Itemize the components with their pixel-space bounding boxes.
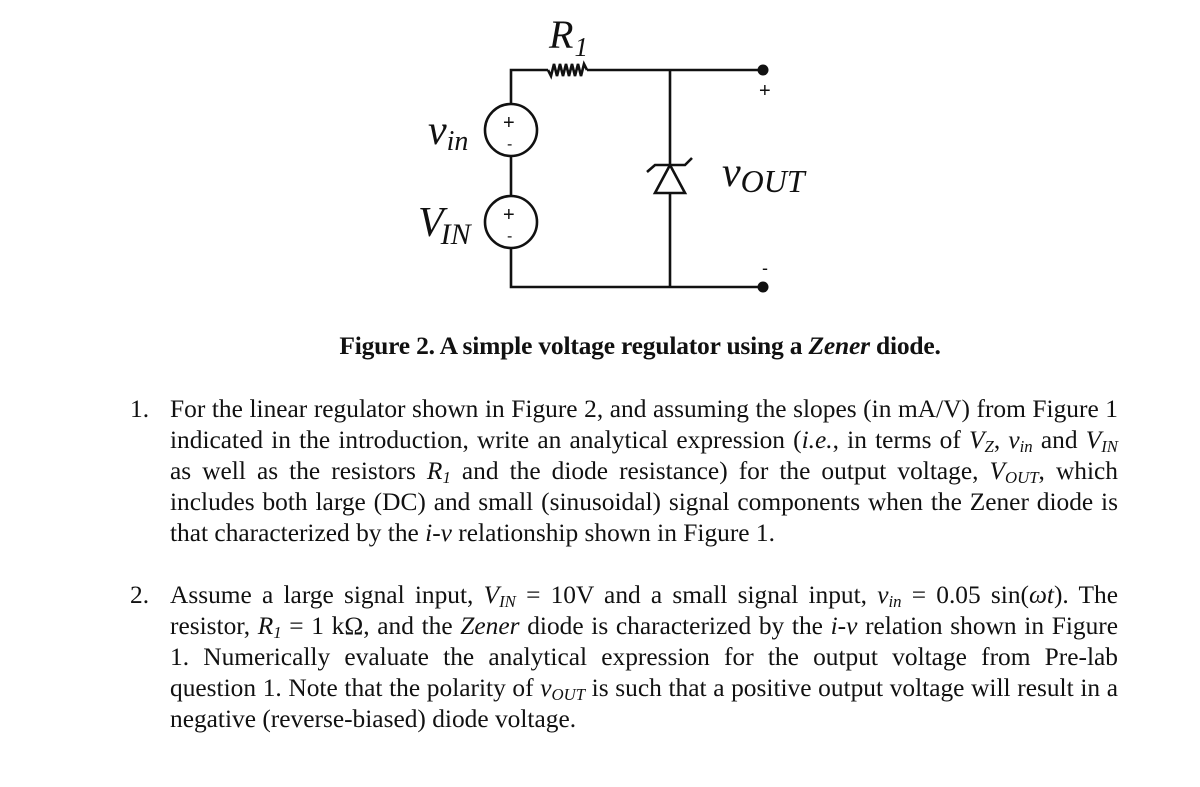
caption-text: Figure 2. A simple voltage regulator usi…	[339, 331, 809, 360]
output-plus-sign: +	[759, 80, 771, 102]
zener-diode	[646, 157, 693, 195]
dc-source: + -	[483, 194, 539, 250]
q2-vout: vOUT	[540, 674, 586, 704]
q2-text: = 10V and a small signal input,	[515, 581, 878, 609]
q1-text: , in terms of	[832, 426, 969, 454]
wire-bottom	[509, 249, 763, 289]
figure-caption: Figure 2. A simple voltage regulator usi…	[0, 330, 1200, 362]
source-VIN-minus: -	[507, 228, 512, 245]
q1-text: ,	[993, 426, 1009, 454]
source-VIN-plus: +	[503, 204, 515, 226]
q1-vin: vin	[1008, 426, 1033, 456]
zener-triangle	[652, 162, 688, 195]
small-signal-source: + -	[483, 102, 539, 158]
q2-omega-t: ωt	[1028, 581, 1054, 609]
q2-zener: Zener	[460, 612, 520, 640]
q2-vin: vin	[877, 581, 902, 611]
q1-text: as well as the resistors	[170, 457, 427, 485]
VIN-label: VIN	[418, 200, 473, 251]
vout-label: vOUT	[722, 150, 807, 199]
q2-VIN: VIN	[483, 581, 516, 611]
q2-text: Assume a large signal input,	[170, 581, 484, 609]
q1-vout: VOUT	[989, 457, 1039, 487]
source-vin-plus: +	[503, 112, 515, 134]
q1-VIN: VIN	[1085, 426, 1118, 456]
output-minus-sign: -	[762, 258, 768, 278]
q2-text: = 0.05 sin(	[901, 581, 1029, 609]
question-list: 1. For the linear regulator shown in Fig…	[130, 394, 1118, 735]
wire-left-top	[509, 68, 548, 104]
caption-text-end: diode.	[869, 331, 941, 360]
zener-regulator-circuit: R1 + - vin + - VIN + - vOUT	[418, 12, 807, 293]
q1-ie: i.e.	[801, 426, 833, 454]
resistor-label: R1	[548, 12, 588, 62]
question-1: 1. For the linear regulator shown in Fig…	[130, 394, 1118, 549]
resistor-r1	[546, 60, 589, 80]
q2-text: = 1 kΩ, and the	[281, 612, 461, 640]
q2-r1: R1	[257, 612, 282, 642]
q1-text: and the diode resistance) for the output…	[450, 457, 990, 485]
q2-text: diode is characterized by the	[519, 612, 831, 640]
question-2: 2. Assume a large signal input, VIN = 10…	[130, 580, 1118, 735]
source-vin-minus: -	[507, 136, 512, 153]
caption-emphasis: Zener	[808, 331, 870, 360]
question-number: 2.	[130, 581, 150, 609]
question-number: 1.	[130, 395, 150, 423]
q2-iv: i-v	[830, 612, 858, 640]
q1-text: and	[1032, 426, 1086, 454]
output-terminal-plus	[757, 64, 769, 76]
q1-vz: VZ	[969, 426, 994, 456]
q1-text: relationship shown in Figure 1.	[451, 519, 775, 547]
q1-r1: R1	[426, 457, 451, 487]
vin-label: vin	[428, 108, 468, 157]
output-terminal-minus	[757, 281, 769, 293]
q1-iv: i-v	[425, 519, 452, 547]
